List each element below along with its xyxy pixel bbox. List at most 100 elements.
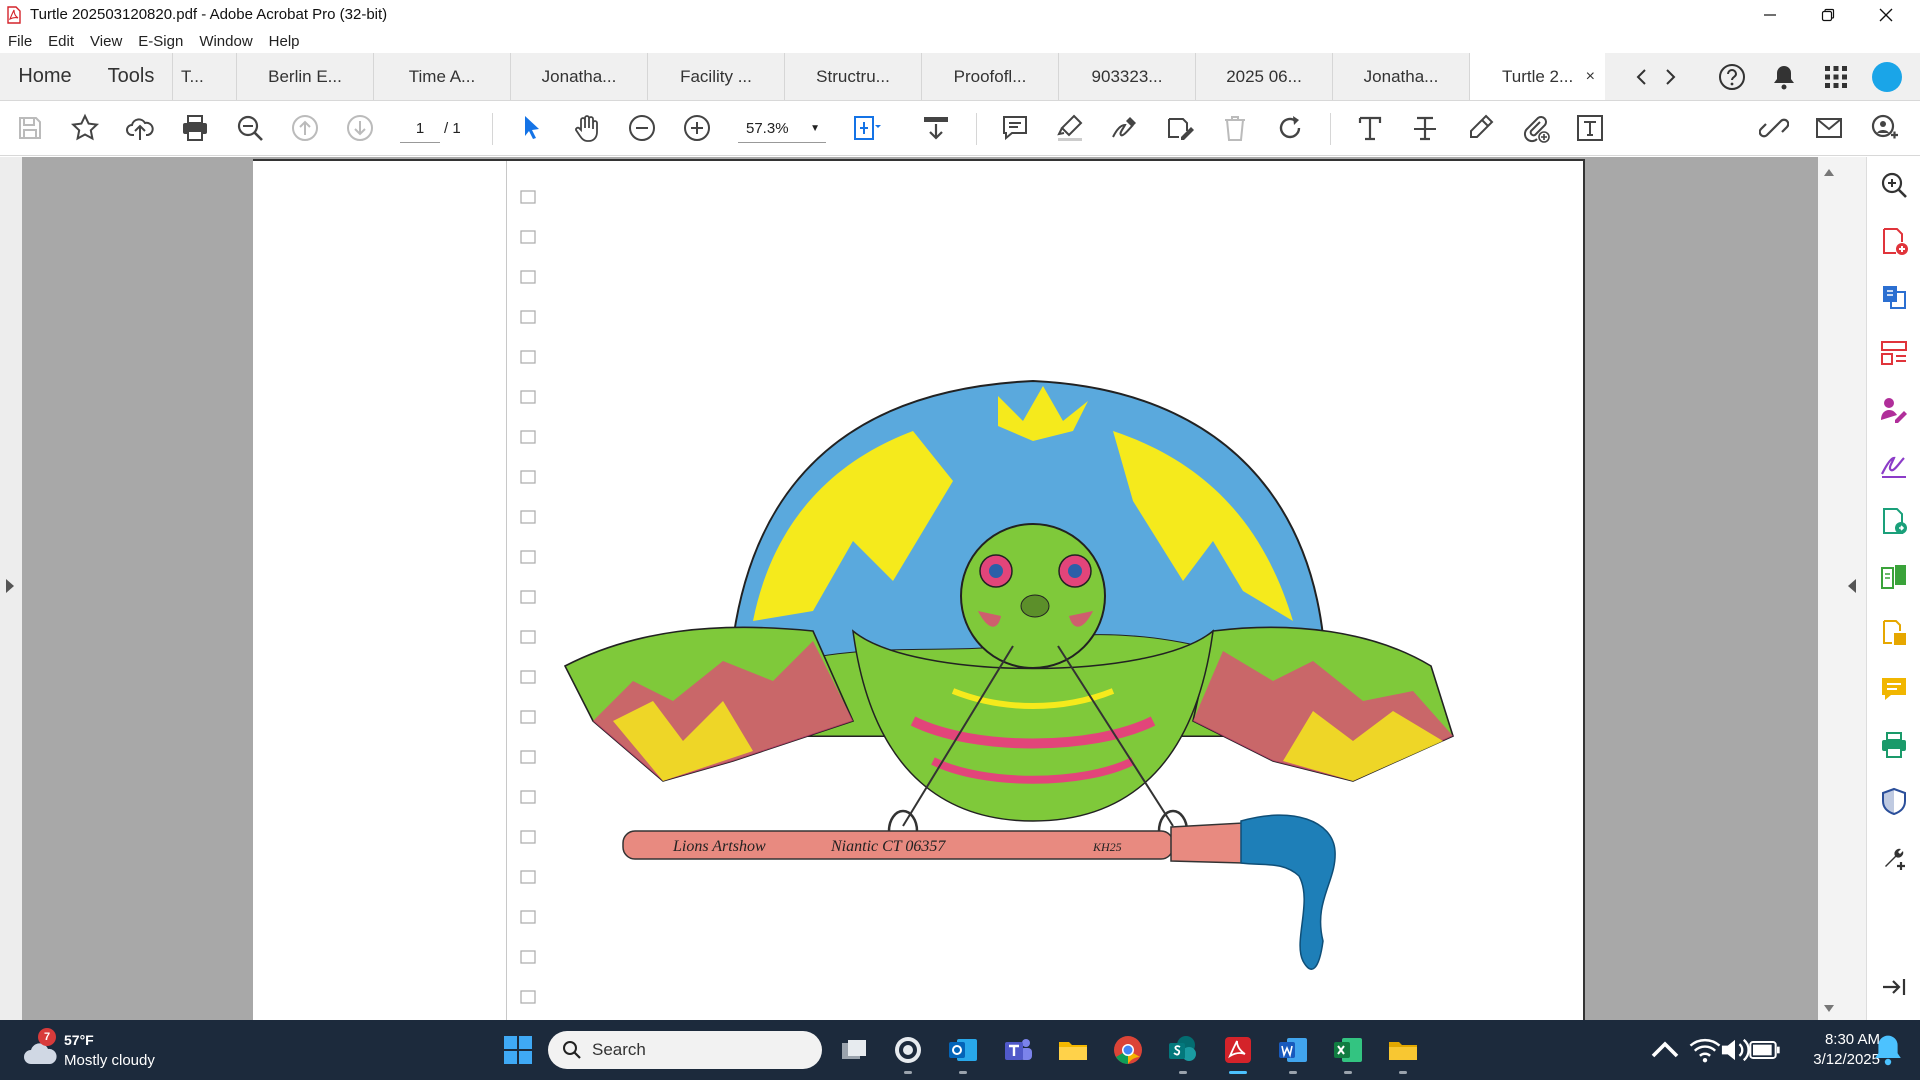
strikethrough-button[interactable] bbox=[1407, 110, 1443, 146]
menu-help[interactable]: Help bbox=[261, 33, 308, 50]
menu-esign[interactable]: E-Sign bbox=[130, 33, 191, 50]
search-tool[interactable] bbox=[1876, 167, 1912, 203]
doc-tab[interactable]: Berlin E... bbox=[236, 53, 373, 100]
export-pdf-tool[interactable] bbox=[1876, 279, 1912, 315]
help-button[interactable] bbox=[1716, 53, 1748, 101]
collapse-tools-panel[interactable] bbox=[1876, 969, 1912, 1005]
doc-tab-label: Berlin E... bbox=[268, 66, 342, 86]
zoom-out-button[interactable] bbox=[624, 110, 660, 146]
email-button[interactable] bbox=[1811, 110, 1847, 146]
hand-tool-button[interactable] bbox=[569, 110, 605, 146]
more-tools[interactable] bbox=[1876, 839, 1912, 875]
left-panel-toggle[interactable] bbox=[0, 157, 22, 1020]
combine-files-tool[interactable] bbox=[1876, 615, 1912, 651]
zoom-in-button[interactable] bbox=[679, 110, 715, 146]
select-tool-button[interactable] bbox=[514, 110, 550, 146]
edit-pdf-tool[interactable] bbox=[1876, 503, 1912, 539]
document-viewer[interactable]: Lions Artshow Niantic CT 06357 KH25 bbox=[0, 157, 1866, 1022]
brush-text-right: KH25 bbox=[1092, 840, 1122, 854]
fill-sign-tool[interactable] bbox=[1876, 391, 1912, 427]
vertical-scrollbar[interactable] bbox=[1818, 157, 1840, 1020]
zoom-in-icon bbox=[684, 115, 710, 141]
next-page-button[interactable] bbox=[342, 110, 378, 146]
page-number-input[interactable]: 1 bbox=[400, 115, 440, 143]
add-textbox-button[interactable] bbox=[1572, 110, 1608, 146]
tab-tools[interactable]: Tools bbox=[90, 53, 172, 100]
taskbar-browser[interactable] bbox=[888, 1030, 928, 1074]
taskbar-search[interactable]: Search bbox=[548, 1031, 822, 1069]
taskbar-sharepoint[interactable] bbox=[1163, 1030, 1203, 1074]
comment-button[interactable] bbox=[997, 110, 1033, 146]
taskbar-acrobat[interactable] bbox=[1218, 1030, 1258, 1074]
taskbar-excel[interactable] bbox=[1328, 1030, 1368, 1074]
weather-widget[interactable]: 7 57°F Mostly cloudy bbox=[22, 1028, 202, 1072]
taskbar-teams[interactable] bbox=[998, 1030, 1038, 1070]
doc-tab[interactable]: Jonatha... bbox=[1332, 53, 1469, 100]
highlight-button[interactable] bbox=[1052, 110, 1088, 146]
comment-tool[interactable] bbox=[1876, 671, 1912, 707]
scroll-mode-button[interactable] bbox=[918, 110, 954, 146]
doc-tab[interactable]: T... bbox=[172, 53, 236, 100]
close-button[interactable] bbox=[1858, 0, 1914, 29]
doc-tab-label: 903323... bbox=[1091, 66, 1163, 86]
organize-pages-tool[interactable] bbox=[1876, 335, 1912, 371]
taskbar-word[interactable] bbox=[1273, 1030, 1313, 1074]
doc-tab[interactable]: 2025 06... bbox=[1195, 53, 1332, 100]
taskbar-folder[interactable] bbox=[1383, 1030, 1423, 1074]
doc-tab[interactable]: Proofofl... bbox=[921, 53, 1058, 100]
share-button[interactable] bbox=[1866, 110, 1902, 146]
menu-window[interactable]: Window bbox=[191, 33, 260, 50]
taskbar-outlook[interactable] bbox=[943, 1030, 983, 1074]
save-button[interactable] bbox=[12, 110, 48, 146]
restore-button[interactable] bbox=[1800, 0, 1856, 29]
doc-tab[interactable]: Time A... bbox=[373, 53, 510, 100]
apps-button[interactable] bbox=[1820, 53, 1852, 101]
create-pdf-tool[interactable] bbox=[1876, 223, 1912, 259]
taskbar-chrome[interactable] bbox=[1108, 1030, 1148, 1070]
doc-tab[interactable]: 903323... bbox=[1058, 53, 1195, 100]
start-button[interactable] bbox=[498, 1030, 538, 1070]
tab-home[interactable]: Home bbox=[0, 53, 90, 100]
bookmark-star-button[interactable] bbox=[67, 110, 103, 146]
pencil-button[interactable] bbox=[1462, 110, 1498, 146]
user-avatar[interactable] bbox=[1870, 53, 1904, 101]
notifications-button[interactable] bbox=[1768, 53, 1800, 101]
add-text-button[interactable] bbox=[1352, 110, 1388, 146]
previous-page-button[interactable] bbox=[287, 110, 323, 146]
fit-page-button[interactable] bbox=[848, 110, 884, 146]
doc-tab-active[interactable]: Turtle 2... × bbox=[1469, 53, 1605, 100]
tab-scroll-left-button[interactable] bbox=[1630, 53, 1654, 101]
tab-scroll-right-button[interactable] bbox=[1658, 53, 1682, 101]
taskbar-task-view[interactable] bbox=[834, 1030, 874, 1070]
system-clock[interactable]: 8:30 AM 3/12/2025 bbox=[1780, 1030, 1880, 1070]
right-panel-toggle[interactable] bbox=[1840, 157, 1866, 1020]
sign-button[interactable] bbox=[1162, 110, 1198, 146]
print-button[interactable] bbox=[177, 110, 213, 146]
rotate-button[interactable] bbox=[1272, 110, 1308, 146]
delete-button[interactable] bbox=[1217, 110, 1253, 146]
print-production-tool[interactable] bbox=[1876, 727, 1912, 763]
minimize-button[interactable] bbox=[1742, 0, 1798, 29]
doc-tab[interactable]: Facility ... bbox=[647, 53, 784, 100]
close-tab-icon[interactable]: × bbox=[1586, 68, 1595, 86]
show-hidden-icons[interactable] bbox=[1645, 1030, 1685, 1070]
doc-tab[interactable]: Structru... bbox=[784, 53, 921, 100]
taskbar-file-explorer[interactable] bbox=[1053, 1030, 1093, 1070]
attach-file-button[interactable] bbox=[1517, 110, 1553, 146]
compare-tool[interactable] bbox=[1876, 559, 1912, 595]
zoom-level-select[interactable]: 57.3% ▼ bbox=[738, 115, 826, 143]
scroll-down-icon[interactable] bbox=[1824, 1005, 1834, 1012]
request-signature-tool[interactable] bbox=[1876, 447, 1912, 483]
scroll-up-icon[interactable] bbox=[1824, 169, 1834, 176]
share-link-button[interactable] bbox=[1756, 110, 1792, 146]
protect-tool[interactable] bbox=[1876, 783, 1912, 819]
menu-edit[interactable]: Edit bbox=[40, 33, 82, 50]
battery-status[interactable] bbox=[1745, 1030, 1785, 1070]
upload-button[interactable] bbox=[122, 110, 158, 146]
menu-file[interactable]: File bbox=[0, 33, 40, 50]
find-button[interactable] bbox=[232, 110, 268, 146]
menu-view[interactable]: View bbox=[82, 33, 130, 50]
doc-tab[interactable]: Jonatha... bbox=[510, 53, 647, 100]
draw-button[interactable] bbox=[1107, 110, 1143, 146]
notification-center[interactable] bbox=[1868, 1030, 1908, 1070]
